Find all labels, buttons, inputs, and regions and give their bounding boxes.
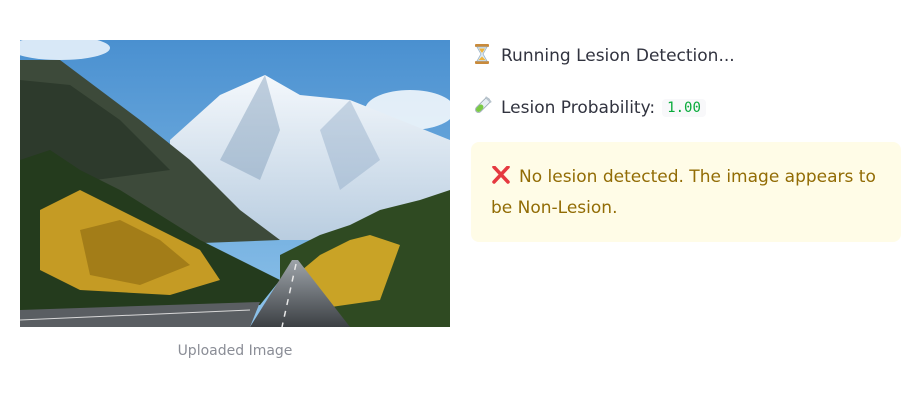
result-alert-text: No lesion detected. The image appears to… xyxy=(491,167,876,218)
probability-row: Lesion Probability: 1.00 xyxy=(471,92,901,124)
hourglass-icon xyxy=(471,43,493,69)
probability-value: 1.00 xyxy=(662,99,706,117)
running-status: Running Lesion Detection... xyxy=(471,40,901,72)
image-panel: Uploaded Image xyxy=(20,40,450,359)
image-caption: Uploaded Image xyxy=(177,343,293,359)
probability-label: Lesion Probability: xyxy=(501,98,656,118)
detection-status-panel: Running Lesion Detection... Lesion Proba… xyxy=(471,40,901,242)
test-tube-icon xyxy=(471,96,493,121)
uploaded-image xyxy=(20,40,450,327)
app-page: Uploaded Image Running Lesion Detection.… xyxy=(0,0,913,407)
running-status-text: Running Lesion Detection... xyxy=(501,46,735,66)
cross-mark-icon xyxy=(491,164,513,184)
result-alert: No lesion detected. The image appears to… xyxy=(471,142,901,242)
